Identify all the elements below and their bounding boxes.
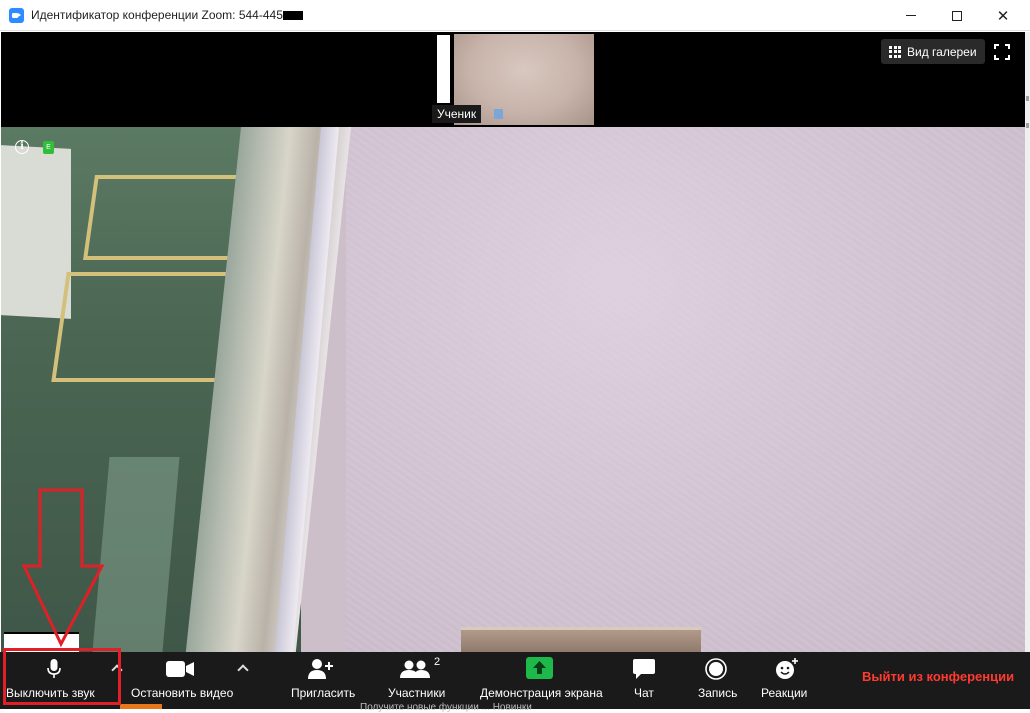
maximize-button[interactable]: [934, 0, 980, 31]
people-icon: [400, 660, 430, 678]
meeting-toolbar: Выключить звук Остановить видео Пригласи…: [0, 652, 1030, 709]
leave-meeting-button[interactable]: Выйти из конференции: [862, 669, 1014, 684]
record-button[interactable]: Запись: [692, 652, 740, 704]
fullscreen-icon: [994, 44, 999, 49]
annotation-arrow-icon: [21, 488, 105, 648]
active-speaker-video: i E: [1, 127, 1025, 652]
smiley-plus-icon: [776, 658, 798, 679]
taskbar-accent: [120, 704, 162, 709]
invite-label: Пригласить: [291, 686, 356, 700]
participants-label: Участники: [388, 686, 446, 700]
video-paper: [1, 145, 71, 319]
minimize-icon: [906, 15, 916, 16]
stop-video-button[interactable]: Остановить видео: [128, 652, 238, 704]
video-wall-background: [346, 127, 1025, 652]
record-circle-icon: [705, 658, 727, 680]
title-bar: Идентификатор конференции Zoom: 544-445-…: [0, 0, 1030, 31]
video-options-caret-icon[interactable]: [237, 664, 249, 676]
meeting-info-icon[interactable]: i: [15, 140, 29, 154]
chat-label: Чат: [634, 686, 654, 700]
gallery-view-button[interactable]: Вид галереи: [881, 39, 985, 64]
close-icon: ✕: [996, 7, 1010, 25]
taskbar-hint-text: Получите новые функции ... Новинки: [360, 702, 532, 713]
record-label: Запись: [698, 686, 738, 700]
close-window-button[interactable]: ✕: [980, 0, 1026, 31]
reactions-label: Реакции: [761, 686, 808, 700]
participant-name-label: Ученик: [432, 105, 482, 123]
share-screen-label: Демонстрация экрана: [480, 686, 603, 700]
fullscreen-button[interactable]: [994, 44, 1010, 60]
minimize-button[interactable]: [888, 0, 934, 31]
gallery-view-label: Вид галереи: [907, 44, 977, 59]
chat-button[interactable]: Чат: [626, 652, 662, 704]
stop-video-label: Остановить видео: [131, 686, 234, 700]
redacted-meeting-id: [283, 11, 303, 20]
speech-bubble-icon: [633, 659, 655, 679]
participants-count: 2: [434, 656, 441, 668]
grid-icon: [889, 45, 901, 58]
zoom-app-icon: [9, 8, 24, 23]
add-person-icon: [308, 659, 333, 679]
window-title: Идентификатор конференции Zoom: 544-445-: [31, 8, 287, 22]
share-screen-arrow-icon: [526, 657, 553, 679]
zoom-meeting-window: Идентификатор конференции Zoom: 544-445-…: [0, 0, 1030, 713]
maximize-icon: [952, 10, 962, 21]
invite-button[interactable]: Пригласить: [285, 652, 357, 704]
reactions-button[interactable]: Реакции: [757, 652, 813, 704]
share-screen-button[interactable]: Демонстрация экрана: [476, 652, 606, 704]
annotation-highlight-box: [3, 648, 121, 705]
video-shelf: [461, 627, 701, 652]
meeting-stage: Ученик Вид галереи i E: [1, 32, 1025, 652]
participants-button[interactable]: 2 Участники: [384, 652, 450, 704]
video-camera-icon: [166, 661, 194, 677]
encryption-badge-icon[interactable]: E: [43, 141, 54, 154]
redacted-thumbnail: [437, 35, 450, 103]
thumbnail-mic-icon: [494, 109, 503, 119]
